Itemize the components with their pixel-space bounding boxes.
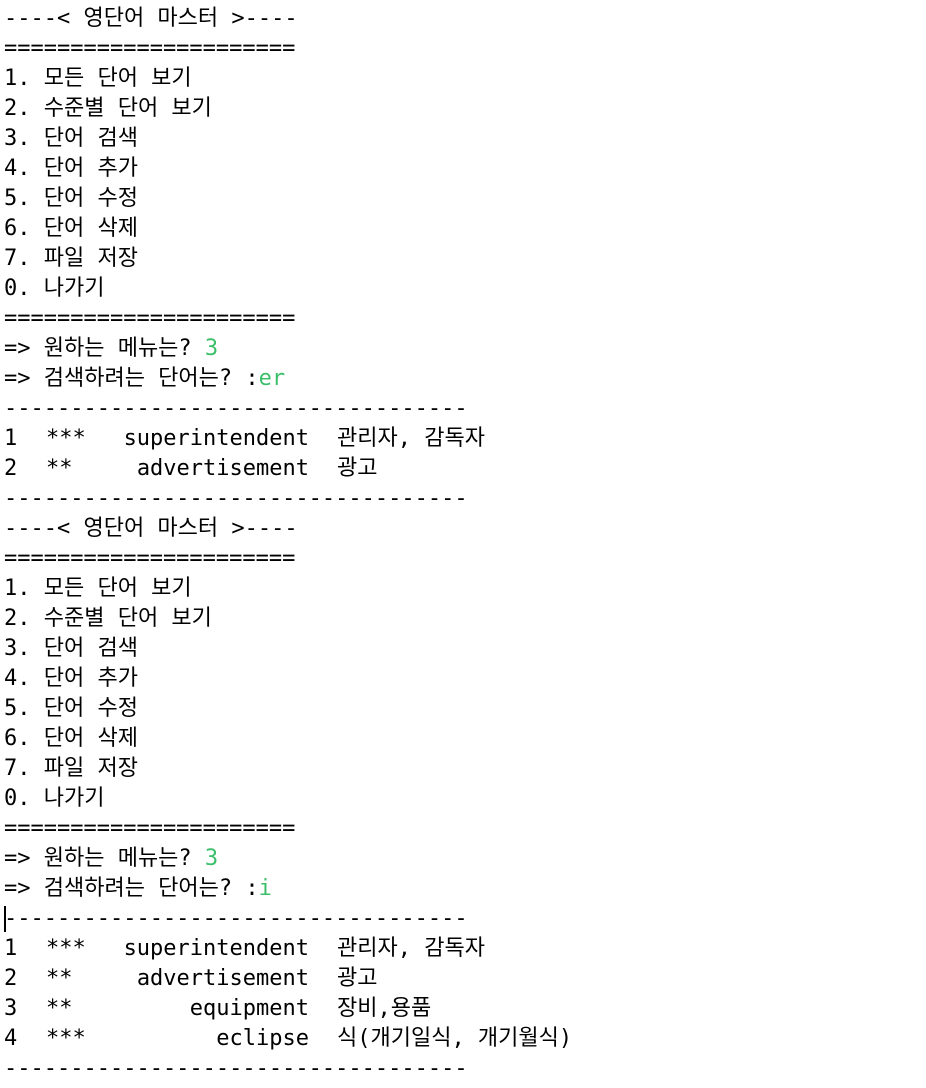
menu-item-view-all: 1. 모든 단어 보기	[4, 576, 192, 601]
result-row: 2 ** advertisement 광고	[4, 454, 920, 484]
result-meaning: 관리자, 감독자	[337, 426, 485, 451]
menu-item-exit: 0. 나가기	[4, 276, 105, 301]
result-stars: **	[46, 996, 73, 1021]
menu-title: ----< 영단어 마스터 >----	[4, 6, 298, 31]
result-stars: ***	[46, 426, 86, 451]
result-word: superintendent	[123, 426, 309, 451]
menu-item-add: 4. 단어 추가	[4, 156, 138, 181]
result-word: eclipse	[216, 1026, 309, 1051]
result-index: 1	[4, 936, 18, 961]
result-word: equipment	[189, 996, 309, 1021]
rule-line: -----------------------------------	[4, 396, 468, 421]
result-index: 2	[4, 966, 18, 991]
result-row: 3 ** equipment 장비,용품	[4, 994, 920, 1024]
menu-item-exit: 0. 나가기	[4, 786, 105, 811]
separator-line: ======================	[4, 816, 296, 841]
search-prompt-line: => 검색하려는 단어는? :er	[4, 364, 920, 394]
result-stars: ***	[46, 1026, 86, 1051]
session-block-1: ----< 영단어 마스터 >---- ====================…	[4, 4, 920, 514]
result-stars: ***	[46, 936, 86, 961]
menu-item-save-file: 7. 파일 저장	[4, 756, 138, 781]
separator-line: ======================	[4, 306, 296, 331]
search-prompt: => 검색하려는 단어는? :	[4, 876, 259, 901]
menu-item-save-file: 7. 파일 저장	[4, 246, 138, 271]
search-prompt: => 검색하려는 단어는? :	[4, 366, 259, 391]
result-stars: **	[46, 456, 73, 481]
rule-line-with-cursor: -----------------------------------	[4, 904, 920, 934]
menu-item-view-by-level: 2. 수준별 단어 보기	[4, 96, 212, 121]
result-word: advertisement	[136, 456, 309, 481]
session-block-2: ----< 영단어 마스터 >---- ====================…	[4, 514, 920, 1084]
result-index: 3	[4, 996, 18, 1021]
menu-item-add: 4. 단어 추가	[4, 666, 138, 691]
result-index: 1	[4, 426, 18, 451]
menu-prompt: => 원하는 메뉴는?	[4, 846, 205, 871]
menu-item-view-by-level: 2. 수준별 단어 보기	[4, 606, 212, 631]
result-word: advertisement	[136, 966, 309, 991]
result-index: 2	[4, 456, 18, 481]
result-index: 4	[4, 1026, 18, 1051]
menu-title: ----< 영단어 마스터 >----	[4, 516, 298, 541]
menu-item-edit: 5. 단어 수정	[4, 696, 138, 721]
result-row: 4 *** eclipse 식(개기일식, 개기월식)	[4, 1024, 920, 1054]
result-row: 1 *** superintendent 관리자, 감독자	[4, 424, 920, 454]
menu-prompt-line: => 원하는 메뉴는? 3	[4, 844, 920, 874]
menu-item-view-all: 1. 모든 단어 보기	[4, 66, 192, 91]
terminal-window[interactable]: ----< 영단어 마스터 >---- ====================…	[4, 4, 920, 1084]
result-meaning: 관리자, 감독자	[337, 936, 485, 961]
search-input: er	[258, 366, 286, 391]
menu-item-search: 3. 단어 검색	[4, 126, 138, 151]
menu-input: 3	[204, 336, 219, 361]
menu-input: 3	[204, 846, 219, 871]
menu-item-search: 3. 단어 검색	[4, 636, 138, 661]
result-row: 1 *** superintendent 관리자, 감독자	[4, 934, 920, 964]
search-input: i	[258, 876, 272, 901]
menu-prompt: => 원하는 메뉴는?	[4, 336, 205, 361]
separator-line: ======================	[4, 36, 296, 61]
menu-prompt-line: => 원하는 메뉴는? 3	[4, 334, 920, 364]
result-meaning: 광고	[337, 456, 378, 481]
result-row: 2 ** advertisement 광고	[4, 964, 920, 994]
result-meaning: 광고	[337, 966, 378, 991]
result-meaning: 장비,용품	[337, 996, 432, 1021]
search-prompt-line: => 검색하려는 단어는? :i	[4, 874, 920, 904]
rule-line: -----------------------------------	[4, 1056, 468, 1081]
result-meaning: 식(개기일식, 개기월식)	[337, 1026, 573, 1051]
menu-item-edit: 5. 단어 수정	[4, 186, 138, 211]
separator-line: ======================	[4, 546, 296, 571]
result-word: superintendent	[123, 936, 309, 961]
result-stars: **	[46, 966, 73, 991]
rule-line: -----------------------------------	[4, 486, 468, 511]
menu-item-delete: 6. 단어 삭제	[4, 726, 138, 751]
menu-item-delete: 6. 단어 삭제	[4, 216, 138, 241]
rule-line: -----------------------------------	[4, 906, 468, 931]
